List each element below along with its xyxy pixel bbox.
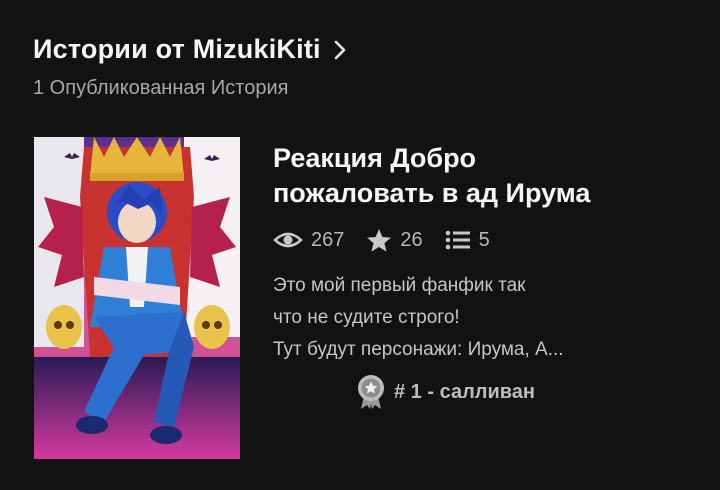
cover-artwork xyxy=(34,137,240,459)
views-stat: 267 xyxy=(273,229,344,252)
views-count: 267 xyxy=(311,228,345,251)
parts-count: 5 xyxy=(478,228,490,251)
story-title-link[interactable]: Реакция Добро пожаловать в ад Ирума xyxy=(273,141,693,211)
ranking-text: # 1 - салливан xyxy=(394,380,536,403)
profile-stories-page: Истории от MizukiKiti 1 Опубликованная И… xyxy=(0,0,720,490)
votes-count: 26 xyxy=(400,228,423,251)
stories-header-title: Истории от MizukiKiti xyxy=(33,34,321,64)
stories-header-link[interactable]: Истории от MizukiKiti xyxy=(33,34,349,65)
votes-stat: 26 xyxy=(366,228,423,252)
ribbon-badge-icon xyxy=(358,375,384,409)
description-line-2: что не судите строго! xyxy=(273,307,460,328)
chevron-right-icon xyxy=(334,40,346,59)
ranking-badge[interactable]: # 1 - салливан xyxy=(356,374,535,410)
story-title-line-2: пожаловать в ад Ирума xyxy=(273,178,591,208)
eye-icon xyxy=(273,232,303,248)
story-stats: 267 26 5 xyxy=(273,228,512,252)
star-icon xyxy=(367,229,392,252)
story-description: Это мой первый фанфик так что не судите … xyxy=(273,270,653,366)
published-count: 1 Опубликованная История xyxy=(33,77,289,99)
description-line-3: Тут будут персонажи: Ирума, А... xyxy=(273,339,564,360)
description-line-1: Это мой первый фанфик так xyxy=(273,275,526,296)
list-icon xyxy=(445,230,470,250)
story-title-line-1: Реакция Добро xyxy=(273,143,477,173)
parts-stat: 5 xyxy=(445,229,490,252)
story-cover-image[interactable] xyxy=(34,137,240,459)
